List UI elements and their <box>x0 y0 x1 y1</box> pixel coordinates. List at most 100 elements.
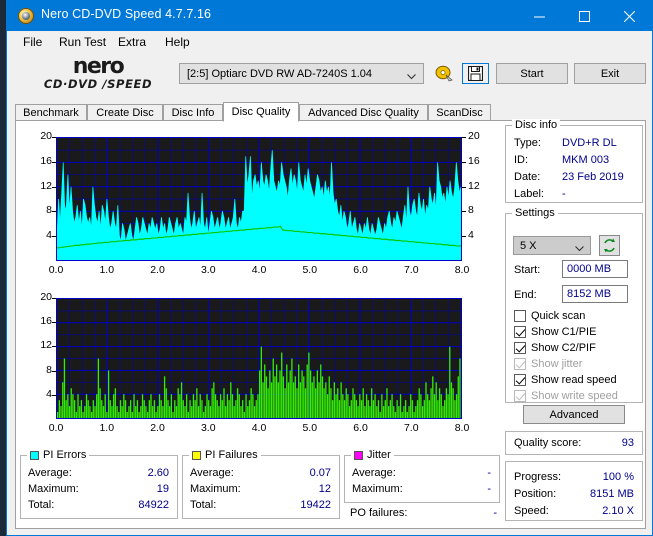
menu-item-extra[interactable]: Extra <box>112 34 152 50</box>
pi-failures-stats-label: PI Failures <box>205 449 258 461</box>
x-axis-tick: 0.0 <box>48 422 64 434</box>
menu-item-run-test[interactable]: Run Test <box>53 34 112 50</box>
checkbox-box <box>514 373 526 386</box>
disc-date-value: 23 Feb 2019 <box>562 171 624 183</box>
checkbox-box <box>514 341 526 354</box>
maximize-icon[interactable] <box>562 1 607 31</box>
close-icon[interactable] <box>607 1 652 31</box>
end-mb-label: End: <box>514 289 537 301</box>
y-axis-tickmark-right <box>462 236 466 238</box>
disc-eject-icon[interactable] <box>431 63 458 84</box>
checkbox-show-write-speed: Show write speed <box>514 388 618 403</box>
y-axis-tick: 20 <box>40 291 52 303</box>
chevron-down-icon <box>407 71 416 83</box>
y-axis-tickmark <box>52 161 56 163</box>
disc-id-label: ID: <box>514 154 529 166</box>
y-axis-tick: 8 <box>46 204 52 217</box>
y-axis-tick: 12 <box>40 179 52 192</box>
refresh-arrows-icon[interactable] <box>599 235 620 256</box>
checkbox-show-read-speed[interactable]: Show read speed <box>514 372 617 387</box>
menu-bar: File Run Test Extra Help <box>7 31 652 53</box>
drive-select-value: [2:5] Optiarc DVD RW AD-7240S 1.04 <box>187 68 373 80</box>
tab-disc-info[interactable]: Disc Info <box>163 104 223 121</box>
y-axis-tickmark <box>52 211 56 213</box>
x-axis-tick: 6.0 <box>353 264 368 276</box>
x-axis-tick: 8.0 <box>454 264 470 276</box>
jitter-stats-box: Jitter Average: - Maximum: - <box>344 449 500 503</box>
speed-select[interactable]: 5 X <box>513 236 591 255</box>
y-axis-tickmark-right <box>462 161 466 163</box>
start-mb-field[interactable]: 0000 MB <box>562 260 628 278</box>
checkbox-show-c2-pif[interactable]: Show C2/PIF <box>514 340 596 355</box>
disc-type-label: Type: <box>514 137 541 149</box>
tab-advanced-disc-quality[interactable]: Advanced Disc Quality <box>299 104 428 121</box>
pi-failures-stats-title: PI Failures <box>189 449 261 461</box>
position-value: 8151 MB <box>589 488 634 500</box>
y-axis-tickmark <box>52 186 56 188</box>
disc-label-label: Label: <box>514 188 544 200</box>
jitter-stats-label: Jitter <box>367 449 391 461</box>
checkbox-show-c1-pie[interactable]: Show C1/PIE <box>514 324 596 339</box>
tab-benchmark[interactable]: Benchmark <box>15 104 87 121</box>
speed-label: Speed: <box>514 505 549 517</box>
y-axis-tick: 12 <box>40 339 52 352</box>
x-axis-tick: 5.0 <box>302 422 318 434</box>
exit-button[interactable]: Exit <box>574 63 646 84</box>
tab-disc-quality[interactable]: Disc Quality <box>223 102 299 122</box>
checkbox-label: Show C2/PIF <box>531 341 596 354</box>
end-mb-field[interactable]: 8152 MB <box>562 285 628 303</box>
disc-date-label: Date: <box>514 171 541 183</box>
jitter-average-value: - <box>487 467 491 479</box>
advanced-button[interactable]: Advanced <box>523 405 625 424</box>
y-axis-tickmark-right <box>462 211 466 213</box>
y-axis-tick: 16 <box>40 154 52 167</box>
speed-select-value: 5 X <box>520 240 537 252</box>
y-axis-tickmark-right <box>462 137 466 138</box>
pi-errors-stats-label: PI Errors <box>43 449 87 461</box>
menu-item-help[interactable]: Help <box>159 34 196 50</box>
checkbox-box <box>514 309 526 322</box>
minimize-icon[interactable] <box>517 1 562 31</box>
sidebar: Disc info Type: DVD+R DL ID: MKM 003 Dat… <box>505 119 643 527</box>
drive-select[interactable]: [2:5] Optiarc DVD RW AD-7240S 1.04 <box>179 63 424 84</box>
x-axis-tick: 3.0 <box>200 264 216 276</box>
x-axis-tick: 0.0 <box>48 264 64 276</box>
start-button[interactable]: Start <box>496 63 568 84</box>
disc-info-box: Disc info Type: DVD+R DL ID: MKM 003 Dat… <box>505 119 643 203</box>
pi-errors-total-value: 84922 <box>138 499 169 511</box>
logo-nero-text: nero <box>72 54 125 79</box>
progress-value: 100 % <box>602 471 634 483</box>
y-axis-tickmark <box>52 346 56 348</box>
nero-cd-dvd-speed-logo: nero CD·DVD ∕SPEED <box>23 54 173 93</box>
tab-scandisc[interactable]: ScanDisc <box>428 104 491 121</box>
pi-failures-maximum-label: Maximum: <box>190 483 241 495</box>
y-axis-tick-right: 20 <box>468 130 480 142</box>
y-axis-tickmark <box>52 298 56 299</box>
pi-failures-stats-box: PI Failures Average: 0.07 Maximum: 12 To… <box>182 449 340 519</box>
window-title: Nero CD-DVD Speed 4.7.7.16 <box>41 7 212 21</box>
start-mb-label: Start: <box>514 264 541 276</box>
jitter-stats-title: Jitter <box>351 449 394 461</box>
x-axis-tick: 7.0 <box>403 264 419 276</box>
pi-errors-maximum-value: 19 <box>156 483 169 495</box>
x-axis-tick: 4.0 <box>251 422 267 434</box>
pi-failures-total-label: Total: <box>190 499 217 511</box>
y-axis-tick-right: 12 <box>468 179 480 192</box>
x-axis-tick: 3.0 <box>200 422 216 434</box>
pi-errors-total-label: Total: <box>28 499 55 511</box>
pi-failures-color-swatch <box>192 450 201 460</box>
x-axis-tick: 1.0 <box>99 264 115 276</box>
x-axis-tick: 1.0 <box>99 422 115 434</box>
pi-errors-average-value: 2.60 <box>147 467 169 479</box>
tab-create-disc[interactable]: Create Disc <box>87 104 163 121</box>
checkbox-label: Quick scan <box>531 309 586 322</box>
x-axis-tick: 4.0 <box>251 264 267 276</box>
app-window: Nero CD-DVD Speed 4.7.7.16 File Run Test… <box>6 0 653 536</box>
menu-item-file[interactable]: File <box>17 34 48 50</box>
logo-cd-dvd-speed-text: CD·DVD ∕SPEED <box>43 77 153 91</box>
checkbox-quick-scan[interactable]: Quick scan <box>514 308 585 323</box>
floppy-save-icon[interactable] <box>462 63 489 84</box>
y-axis-tickmark-right <box>462 186 466 188</box>
y-axis-tick-right: 8 <box>468 204 474 217</box>
checkbox-box <box>514 357 526 370</box>
